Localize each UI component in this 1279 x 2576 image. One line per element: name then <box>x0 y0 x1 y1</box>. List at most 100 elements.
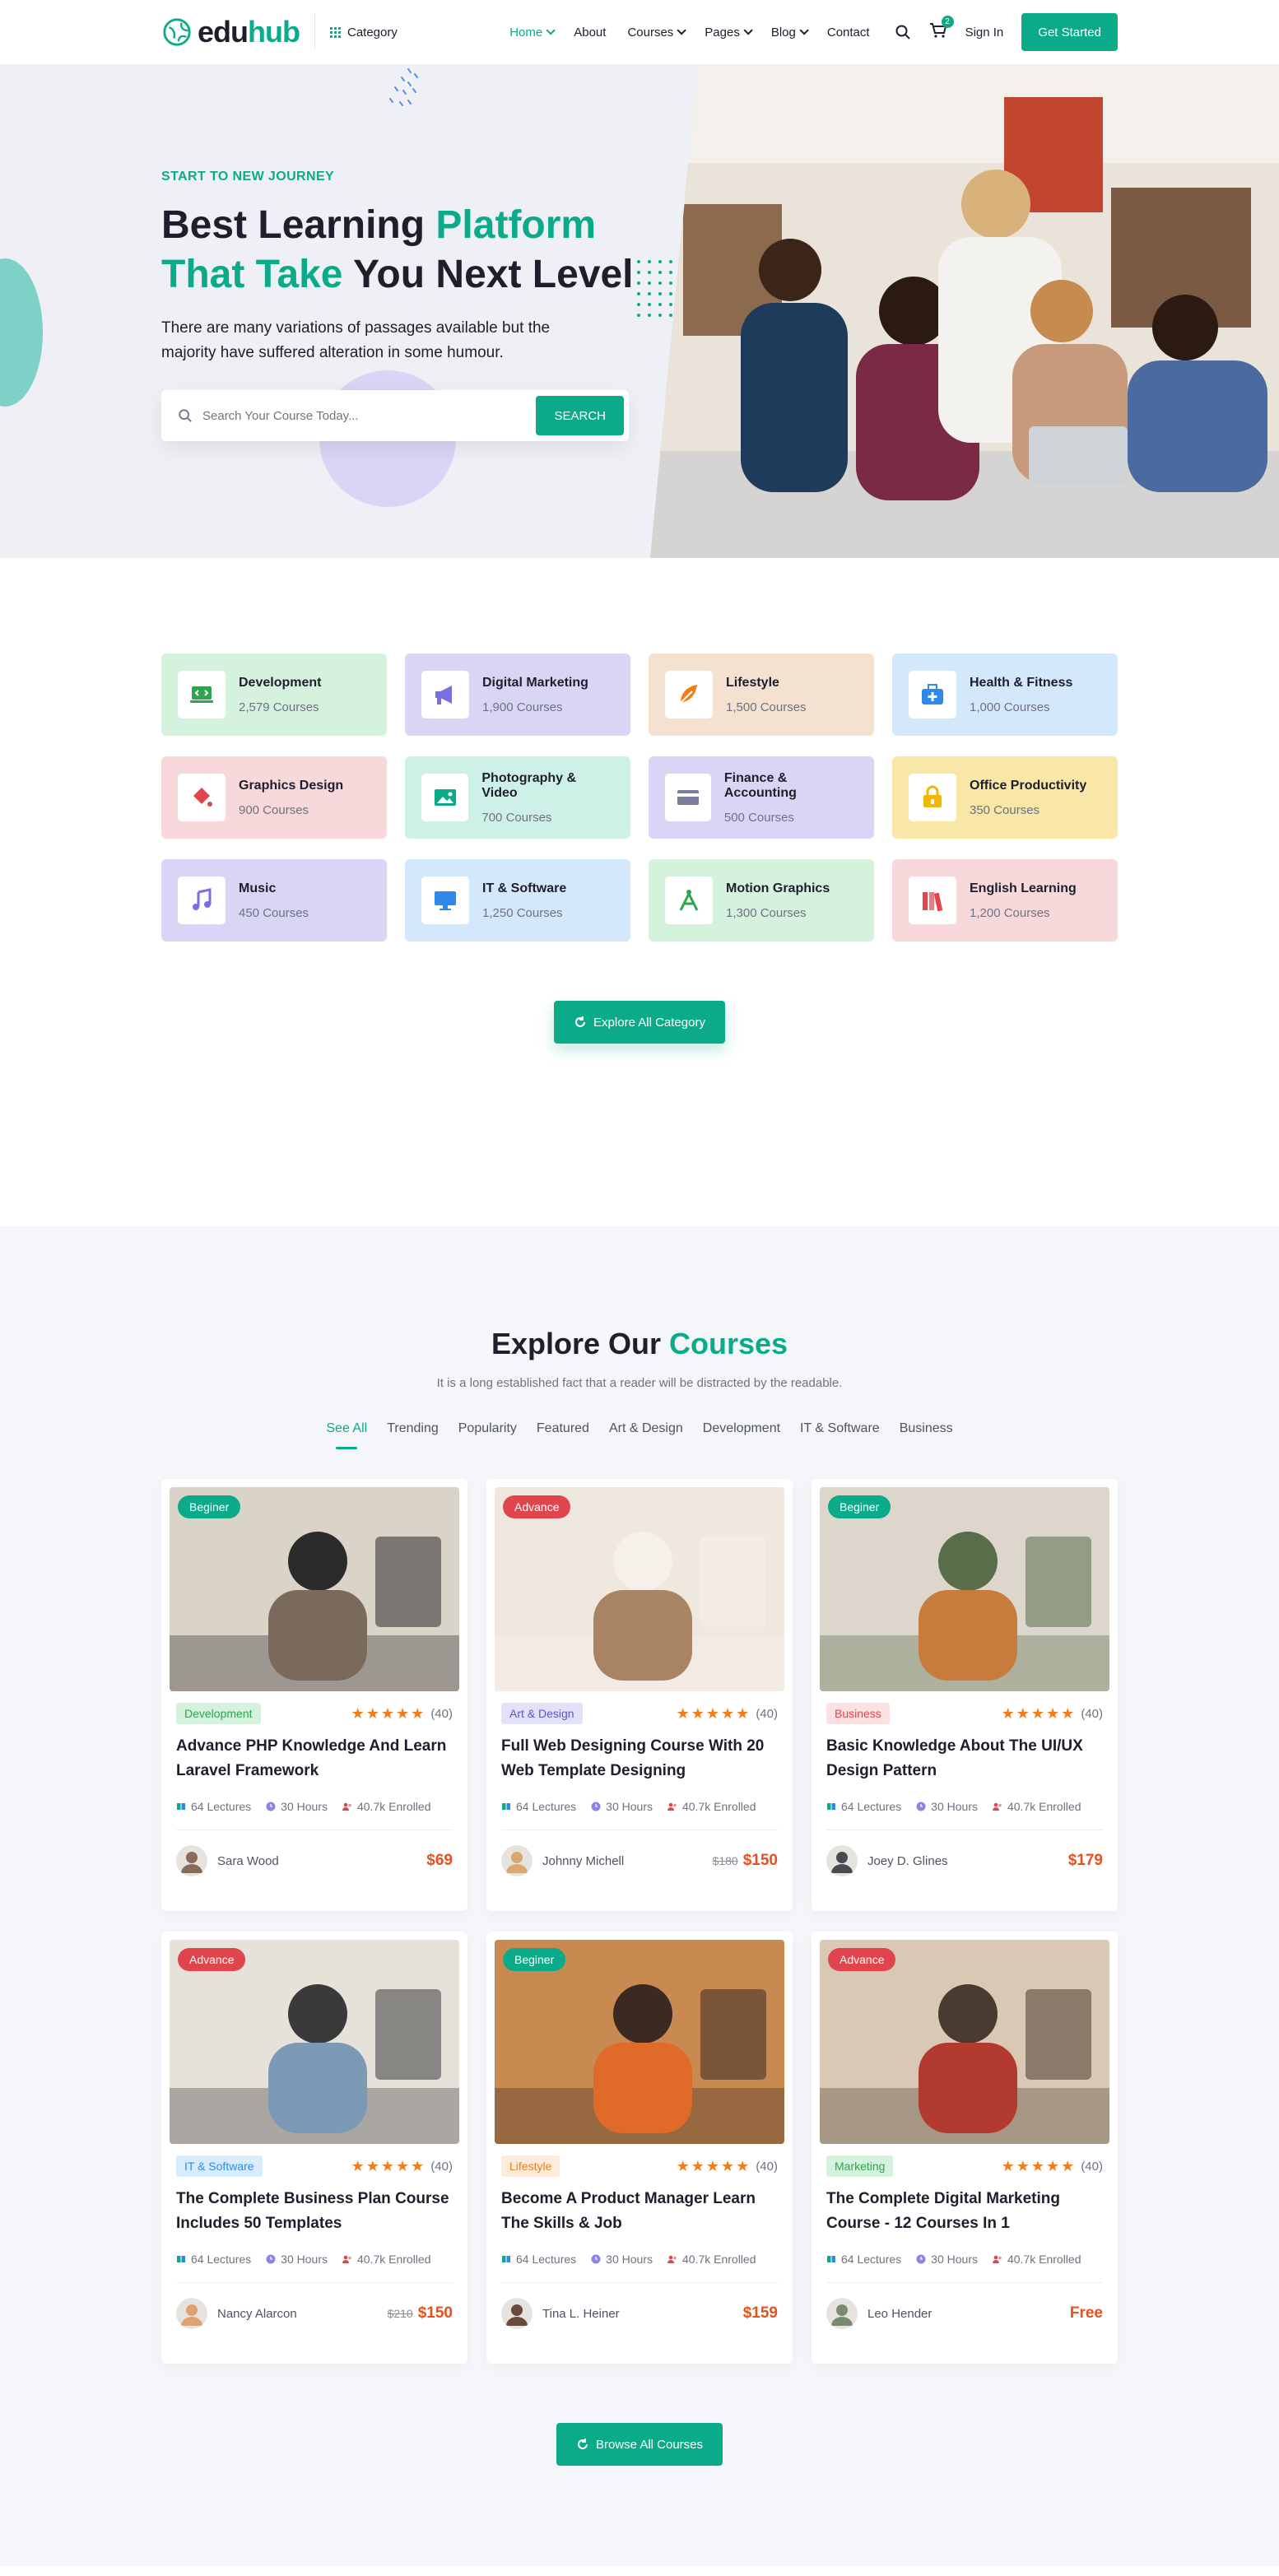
tab-art-design[interactable]: Art & Design <box>609 1421 683 1449</box>
hours-count: 30 Hours <box>931 2253 978 2266</box>
nav-pages[interactable]: Pages <box>705 26 753 40</box>
course-title[interactable]: Advance PHP Knowledge And Learn Laravel … <box>176 1734 453 1783</box>
get-started-button[interactable]: Get Started <box>1021 13 1118 51</box>
courses-title: Explore Our Courses <box>161 1327 1118 1361</box>
nav-home-label: Home <box>509 25 543 40</box>
course-thumbnail[interactable]: Advance <box>170 1940 459 2144</box>
course-category-tag[interactable]: Business <box>826 1703 890 1724</box>
users-icon <box>667 1802 677 1811</box>
category-card-music[interactable]: Music 450 Courses <box>161 859 387 942</box>
category-card-lifestyle[interactable]: Lifestyle 1,500 Courses <box>649 653 874 736</box>
category-card-graphics-design[interactable]: Graphics Design 900 Courses <box>161 756 387 839</box>
chevron-down-icon <box>546 26 556 35</box>
nav-about[interactable]: About <box>574 26 606 40</box>
course-card[interactable]: Advance IT & Software ★ ★ ★ ★ ★ (40) The Com… <box>161 1932 467 2364</box>
category-name: Music <box>239 881 277 895</box>
paint-bucket-icon <box>193 788 212 807</box>
course-meta: 64 Lectures 30 Hours 40.7k Enrolled <box>176 2253 453 2283</box>
hours-count: 30 Hours <box>281 1800 328 1813</box>
enrolled-count: 40.7k Enrolled <box>356 1800 431 1813</box>
avatar <box>501 2298 533 2329</box>
tab-it-software[interactable]: IT & Software <box>800 1421 880 1449</box>
header-actions: 2 Sign In Get Started <box>895 13 1118 51</box>
category-icon-box <box>909 774 956 821</box>
category-card-it-software[interactable]: IT & Software 1,250 Courses <box>405 859 630 942</box>
refresh-icon <box>577 2439 588 2449</box>
tab-trending[interactable]: Trending <box>387 1421 439 1449</box>
explore-all-category-button[interactable]: Explore All Category <box>554 1001 725 1044</box>
nav-home[interactable]: Home <box>509 25 556 40</box>
course-title[interactable]: The Complete Business Plan Course Includ… <box>176 2187 453 2236</box>
category-card-office-productivity[interactable]: Office Productivity 350 Courses <box>892 756 1118 839</box>
course-card[interactable]: Advance Art & Design ★ ★ ★ ★ ★ (40) Full Web… <box>486 1479 793 1911</box>
category-icon-box <box>909 876 956 924</box>
course-thumbnail[interactable]: Beginer <box>495 1940 784 2144</box>
course-category-tag[interactable]: Marketing <box>826 2155 894 2177</box>
category-menu-button[interactable]: Category <box>314 14 398 50</box>
course-category-tag[interactable]: IT & Software <box>176 2155 263 2177</box>
course-search-input[interactable] <box>202 408 537 423</box>
star-icon: ★ <box>1030 2158 1045 2174</box>
nav-blog[interactable]: Blog <box>771 26 809 40</box>
category-card-finance-accounting[interactable]: Finance & Accounting 500 Courses <box>649 756 874 839</box>
category-card-health-fitness[interactable]: Health & Fitness 1,000 Courses <box>892 653 1118 736</box>
logo-text-hub: hub <box>248 15 300 49</box>
course-card[interactable]: Beginer Lifestyle ★ ★ ★ ★ ★ (40) Become A Pr… <box>486 1932 793 2364</box>
hours-meta: 30 Hours <box>266 2253 328 2266</box>
course-filter-tabs: See All Trending Popularity Featured Art & D… <box>161 1421 1118 1449</box>
category-card-digital-marketing[interactable]: Digital Marketing 1,900 Courses <box>405 653 630 736</box>
tab-featured[interactable]: Featured <box>537 1421 589 1449</box>
signin-link[interactable]: Sign In <box>965 26 1004 40</box>
course-author[interactable]: Joey D. Glines <box>826 1845 948 1876</box>
course-category-tag[interactable]: Art & Design <box>501 1703 583 1724</box>
search-button[interactable]: SEARCH <box>536 396 624 435</box>
browse-all-courses-button[interactable]: Browse All Courses <box>556 2423 723 2466</box>
courses-title-highlight: Courses <box>669 1327 788 1360</box>
enrolled-count: 40.7k Enrolled <box>681 2253 756 2266</box>
course-author[interactable]: Johnny Michell <box>501 1845 624 1876</box>
course-thumbnail[interactable]: Advance <box>495 1487 784 1691</box>
course-category-tag[interactable]: Development <box>176 1703 261 1724</box>
tab-popularity[interactable]: Popularity <box>458 1421 517 1449</box>
course-thumbnail[interactable]: Beginer <box>170 1487 459 1691</box>
category-card-motion-graphics[interactable]: Motion Graphics 1,300 Courses <box>649 859 874 942</box>
nav-contact[interactable]: Contact <box>827 26 870 40</box>
tab-business[interactable]: Business <box>900 1421 953 1449</box>
course-title[interactable]: Full Web Designing Course With 20 Web Te… <box>501 1734 778 1783</box>
nav-courses[interactable]: Courses <box>627 26 687 40</box>
course-title[interactable]: The Complete Digital Marketing Course - … <box>826 2187 1103 2236</box>
category-card-photography-video[interactable]: Photography & Video 700 Courses <box>405 756 630 839</box>
category-icon-box <box>178 671 226 718</box>
course-card[interactable]: Beginer Development ★ ★ ★ ★ ★ (40) Advance P… <box>161 1479 467 1911</box>
cart-button[interactable]: 2 <box>929 16 954 42</box>
course-title[interactable]: Basic Knowledge About The UI/UX Design P… <box>826 1734 1103 1783</box>
rating-count: (40) <box>430 1706 453 1721</box>
course-thumbnail[interactable]: Beginer <box>820 1487 1109 1691</box>
hours-count: 30 Hours <box>281 2253 328 2266</box>
course-author[interactable]: Leo Hender <box>826 2298 932 2329</box>
star-icon: ★ <box>396 2158 410 2174</box>
refresh-icon <box>575 1016 586 1027</box>
rating-count: (40) <box>756 1706 778 1721</box>
tab-development[interactable]: Development <box>703 1421 780 1449</box>
category-card-english-learning[interactable]: English Learning 1,200 Courses <box>892 859 1118 942</box>
course-meta: 64 Lectures 30 Hours 40.7k Enrolled <box>826 2253 1103 2283</box>
clock-icon <box>591 1802 601 1811</box>
course-card[interactable]: Beginer Business ★ ★ ★ ★ ★ (40) Basic Knowle… <box>812 1479 1118 1911</box>
course-meta: 64 Lectures 30 Hours 40.7k Enrolled <box>826 1800 1103 1830</box>
course-category-tag[interactable]: Lifestyle <box>501 2155 560 2177</box>
avatar <box>176 2298 207 2329</box>
category-card-development[interactable]: Development 2,579 Courses <box>161 653 387 736</box>
course-author[interactable]: Sara Wood <box>176 1845 279 1876</box>
author-name: Nancy Alarcon <box>217 2306 297 2321</box>
course-author[interactable]: Tina L. Heiner <box>501 2298 620 2329</box>
course-title[interactable]: Become A Product Manager Learn The Skill… <box>501 2187 778 2236</box>
course-card[interactable]: Advance Marketing ★ ★ ★ ★ ★ (40) The Complet… <box>812 1932 1118 2364</box>
logo[interactable]: edu hub <box>161 15 300 49</box>
tab-see-all[interactable]: See All <box>326 1421 367 1449</box>
course-rating: ★ ★ ★ ★ ★ (40) <box>351 1706 453 1721</box>
course-author[interactable]: Nancy Alarcon <box>176 2298 297 2329</box>
course-rating: ★ ★ ★ ★ ★ (40) <box>351 2159 453 2174</box>
course-thumbnail[interactable]: Advance <box>820 1940 1109 2144</box>
search-icon[interactable] <box>895 24 911 40</box>
